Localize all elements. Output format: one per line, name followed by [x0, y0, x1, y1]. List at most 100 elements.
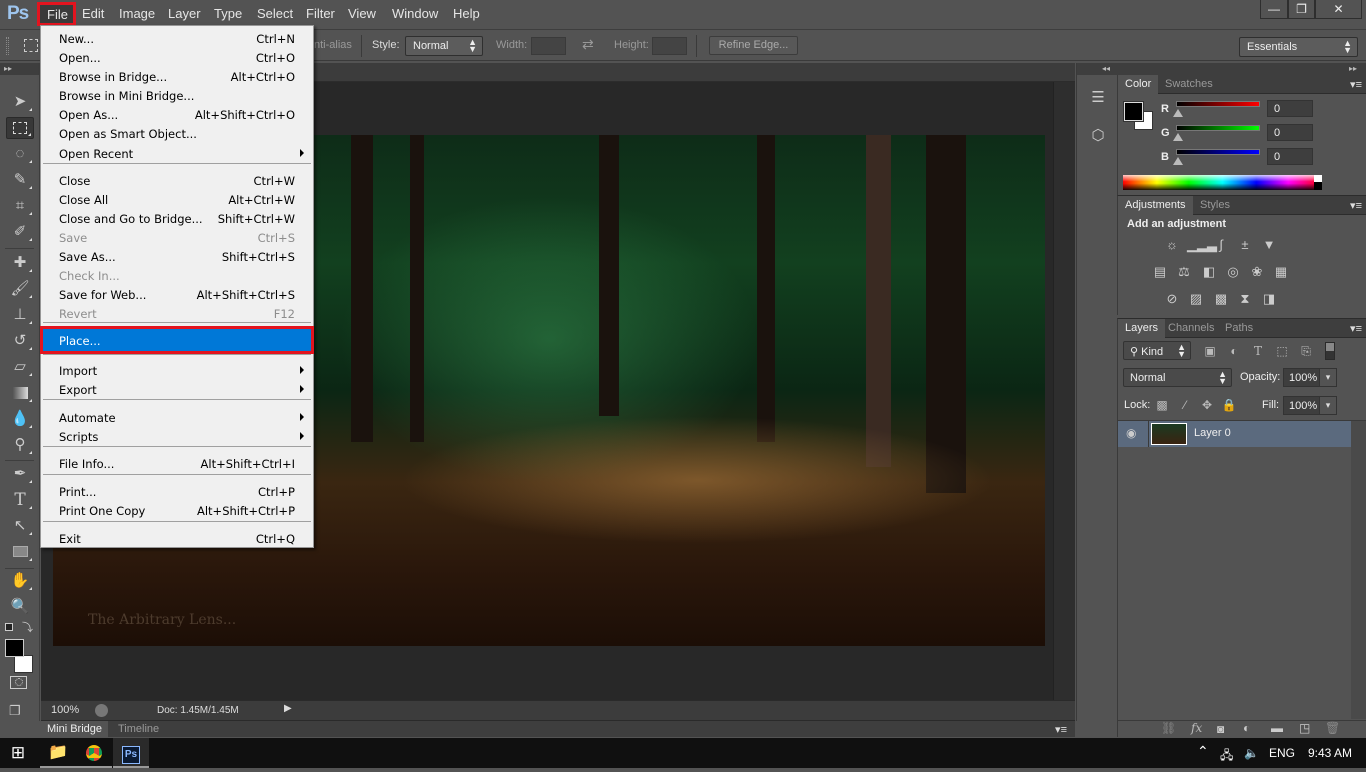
menu-item-close-and-go-to-bridge[interactable]: Close and Go to Bridge... Shift+Ctrl+W — [43, 209, 311, 228]
properties-panel-icon[interactable]: ⬡ — [1087, 126, 1109, 146]
menu-item-export[interactable]: Export — [43, 380, 311, 399]
default-colors-icon[interactable] — [5, 623, 13, 631]
blue-slider-thumb[interactable] — [1173, 157, 1183, 165]
menu-item-open-recent[interactable]: Open Recent — [43, 144, 311, 163]
brush-tool-icon[interactable]: 🖌 — [6, 278, 34, 300]
menu-item-save-as[interactable]: Save As... Shift+Ctrl+S — [43, 247, 311, 266]
tab-styles[interactable]: Styles — [1193, 196, 1237, 215]
layer-row[interactable]: ◉ Layer 0 — [1118, 421, 1351, 447]
red-value[interactable]: 0 — [1267, 100, 1313, 117]
tab-swatches[interactable]: Swatches — [1158, 75, 1220, 94]
menu-item-print[interactable]: Print... Ctrl+P — [43, 482, 311, 501]
menu-type[interactable]: Type — [214, 6, 242, 21]
dodge-tool-icon[interactable]: ⚲ — [6, 434, 34, 456]
menu-item-save[interactable]: Save Ctrl+S — [43, 228, 311, 247]
lock-position-icon[interactable]: ✥ — [1199, 398, 1215, 414]
threshold-icon[interactable]: ▩ — [1212, 291, 1230, 307]
green-slider[interactable] — [1176, 125, 1260, 131]
history-brush-tool-icon[interactable]: ↺ — [6, 330, 34, 352]
panel-menu-icon[interactable]: ▾≡ — [1350, 78, 1362, 91]
delete-layer-icon[interactable]: 🗑 — [1325, 721, 1340, 735]
gradient-tool-icon[interactable] — [6, 382, 34, 404]
clock[interactable]: 9:43 AM — [1308, 746, 1352, 760]
add-mask-icon[interactable]: ◙ — [1217, 722, 1224, 736]
menu-item-new[interactable]: New... Ctrl+N — [43, 29, 311, 48]
black-white-icon[interactable]: ◧ — [1200, 264, 1218, 280]
swap-colors-icon[interactable]: ⤵ — [22, 619, 33, 635]
quick-mask-icon[interactable] — [10, 676, 27, 689]
marquee-preset-icon[interactable] — [24, 39, 38, 52]
menu-item-scripts[interactable]: Scripts — [43, 427, 311, 446]
tab-adjustments[interactable]: Adjustments — [1118, 196, 1193, 215]
vibrance-icon[interactable]: ▼ — [1260, 237, 1278, 253]
filter-adjustment-icon[interactable]: ◐ — [1226, 344, 1242, 360]
menu-item-close-all[interactable]: Close All Alt+Ctrl+W — [43, 190, 311, 209]
fill-field[interactable]: 100% ▾ — [1283, 396, 1337, 415]
new-layer-icon[interactable]: ◳ — [1299, 721, 1310, 735]
menu-item-open[interactable]: Open... Ctrl+O — [43, 48, 311, 67]
curves-icon[interactable]: ∫ — [1212, 237, 1230, 253]
tab-mini-bridge[interactable]: Mini Bridge — [41, 721, 109, 738]
lock-image-pixels-icon[interactable]: ⁄ — [1177, 398, 1193, 414]
close-button[interactable]: ✕ — [1315, 0, 1362, 19]
color-spectrum-ramp[interactable] — [1123, 175, 1322, 190]
fill-dropdown-icon[interactable]: ▾ — [1319, 397, 1336, 414]
red-slider-thumb[interactable] — [1173, 109, 1183, 117]
collapse-dock-icon[interactable]: ◂◂ — [1102, 63, 1110, 75]
menu-item-revert[interactable]: Revert F12 — [43, 304, 311, 323]
menu-item-automate[interactable]: Automate — [43, 408, 311, 427]
layers-scrollbar[interactable] — [1351, 421, 1366, 719]
menu-item-browse-in-mini-bridge[interactable]: Browse in Mini Bridge... — [43, 86, 311, 105]
minimize-button[interactable]: — — [1260, 0, 1288, 19]
move-tool-icon[interactable]: ➤ — [6, 91, 34, 113]
menu-item-exit[interactable]: Exit Ctrl+Q — [43, 529, 311, 548]
zoom-tool-icon[interactable]: 🔍 — [6, 596, 34, 618]
network-icon[interactable]: 🖧 — [1220, 746, 1233, 767]
channel-mixer-icon[interactable]: ❀ — [1248, 264, 1266, 280]
menu-item-browse-in-bridge[interactable]: Browse in Bridge... Alt+Ctrl+O — [43, 67, 311, 86]
healing-brush-tool-icon[interactable]: ✚ — [6, 252, 34, 274]
menu-item-import[interactable]: Import — [43, 361, 311, 380]
status-menu-arrow-icon[interactable]: ▶ — [284, 703, 296, 719]
posterize-icon[interactable]: ▨ — [1187, 291, 1205, 307]
pen-tool-icon[interactable]: ✒ — [6, 463, 34, 485]
screen-mode-icon[interactable]: ❐ — [9, 703, 27, 718]
height-input[interactable] — [652, 37, 687, 55]
hand-tool-icon[interactable]: ✋ — [6, 570, 34, 592]
lock-all-icon[interactable]: 🔒 — [1221, 398, 1237, 414]
menu-window[interactable]: Window — [392, 6, 438, 21]
menu-image[interactable]: Image — [119, 6, 155, 21]
green-value[interactable]: 0 — [1267, 124, 1313, 141]
opacity-field[interactable]: 100% ▾ — [1283, 368, 1337, 387]
eraser-tool-icon[interactable]: ▱ — [6, 356, 34, 378]
type-tool-icon[interactable]: T — [6, 489, 34, 511]
photo-filter-icon[interactable]: ◎ — [1224, 264, 1242, 280]
panel-menu-icon[interactable]: ▾≡ — [1055, 723, 1067, 736]
exposure-icon[interactable]: ± — [1236, 237, 1254, 253]
refine-edge-button[interactable]: Refine Edge... — [709, 36, 798, 55]
status-info-icon[interactable] — [95, 704, 108, 717]
hue-saturation-icon[interactable]: ▤ — [1151, 264, 1169, 280]
photoshop-taskbar-icon[interactable]: Ps — [113, 738, 149, 768]
menu-filter[interactable]: Filter — [306, 6, 335, 21]
levels-icon[interactable]: ▁▂▃ — [1187, 237, 1217, 253]
menu-layer[interactable]: Layer — [168, 6, 201, 21]
clone-stamp-tool-icon[interactable]: ⊥ — [6, 304, 34, 326]
visibility-eye-icon[interactable]: ◉ — [1126, 426, 1136, 440]
blue-value[interactable]: 0 — [1267, 148, 1313, 165]
menu-item-place[interactable]: Place... — [40, 326, 314, 354]
gradient-map-icon[interactable]: ◨ — [1260, 291, 1278, 307]
color-lookup-icon[interactable]: ▦ — [1272, 264, 1290, 280]
red-slider[interactable] — [1176, 101, 1260, 107]
blur-tool-icon[interactable]: 💧 — [6, 408, 34, 430]
menu-item-open-as-smart-object[interactable]: Open as Smart Object... — [43, 124, 311, 143]
rectangular-marquee-tool-icon[interactable] — [6, 117, 34, 139]
rectangle-tool-icon[interactable] — [6, 541, 34, 563]
workspace-select[interactable]: Essentials ▲ ▼ — [1239, 37, 1358, 57]
menu-help[interactable]: Help — [453, 6, 480, 21]
quick-selection-tool-icon[interactable]: ✎ — [6, 169, 34, 191]
menu-item-close[interactable]: Close Ctrl+W — [43, 171, 311, 190]
lasso-tool-icon[interactable]: ◌ — [6, 143, 34, 165]
vertical-scrollbar[interactable] — [1053, 82, 1075, 700]
layer-filter-select[interactable]: ⚲ Kind ▲ ▼ — [1123, 341, 1191, 360]
